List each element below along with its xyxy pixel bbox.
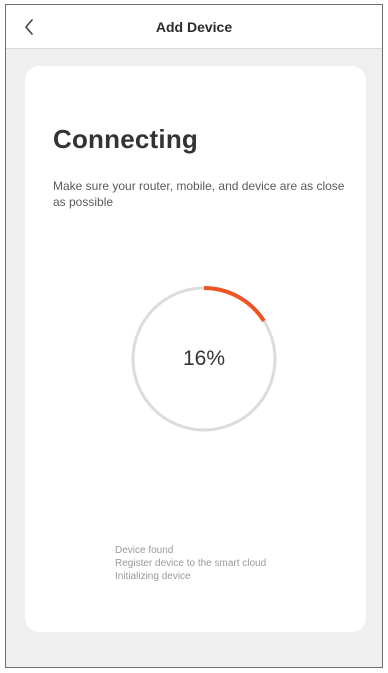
chevron-left-icon <box>25 19 33 35</box>
page-title: Add Device <box>155 19 233 35</box>
connecting-description: Make sure your router, mobile, and devic… <box>53 179 345 209</box>
status-item: Initializing device <box>115 571 191 582</box>
app-frame: Add Device Connecting Make sure your rou… <box>5 4 383 668</box>
status-item: Device found <box>115 545 174 556</box>
navigation-bar: Add Device <box>6 5 382 49</box>
status-item: Register device to the smart cloud <box>115 558 267 569</box>
connecting-heading: Connecting <box>53 124 198 154</box>
connecting-card: Connecting Make sure your router, mobile… <box>25 66 366 632</box>
progress-ring: 16% <box>129 284 279 434</box>
back-button[interactable] <box>16 14 42 40</box>
progress-percentage: 16% <box>182 347 226 370</box>
status-list: Device found Register device to the smar… <box>115 544 266 583</box>
